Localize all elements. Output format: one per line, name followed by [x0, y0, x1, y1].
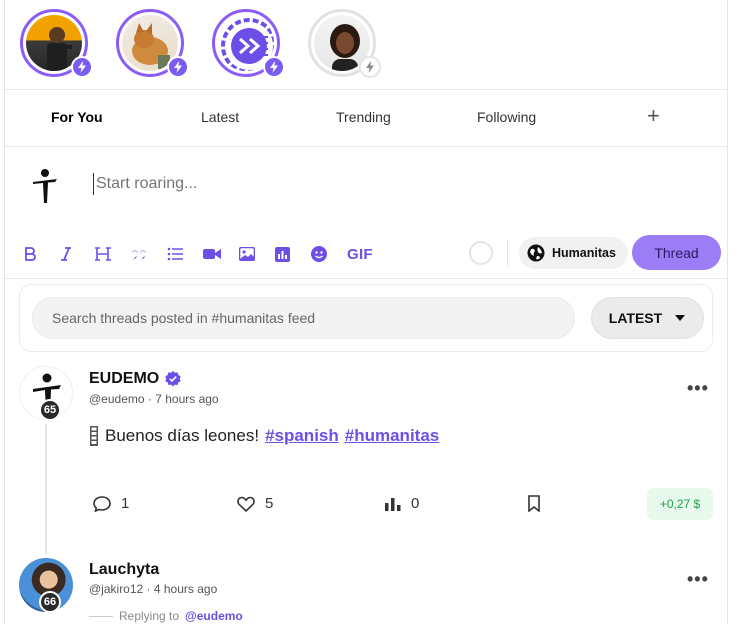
bar-chart-icon — [385, 497, 401, 511]
comment-button[interactable]: 1 — [93, 495, 129, 512]
post-handle-time: @eudemo · 7 hours ago — [89, 392, 219, 406]
more-options-button[interactable]: ••• — [687, 569, 709, 590]
bolt-icon — [167, 56, 189, 78]
story-avatar-2[interactable] — [113, 6, 189, 80]
replying-label: Replying to — [119, 609, 180, 623]
bolt-icon — [263, 56, 285, 78]
tab-latest[interactable]: Latest — [201, 109, 239, 125]
post-author[interactable]: EUDEMO — [89, 370, 181, 388]
list-button[interactable] — [167, 243, 203, 265]
replying-to: Replying to @eudemo — [89, 609, 243, 623]
sort-dropdown[interactable]: LATEST — [591, 297, 704, 339]
emoji-icon[interactable] — [311, 243, 347, 265]
composer: GIF Humanitas Thread — [5, 147, 729, 279]
caret-down-icon — [675, 315, 686, 321]
reply-line — [89, 615, 113, 617]
bolt-icon — [71, 56, 93, 78]
bookmark-button[interactable] — [527, 495, 541, 512]
bookmark-icon — [528, 495, 540, 512]
flag-icon — [90, 426, 98, 446]
view-count: 0 — [411, 495, 420, 512]
add-tab-button[interactable]: + — [647, 103, 660, 129]
comment-count: 1 — [121, 495, 130, 512]
stories-bar — [5, 0, 729, 90]
globe-icon — [527, 244, 545, 262]
views-stat: 0 — [385, 495, 419, 512]
sort-label: LATEST — [608, 310, 663, 326]
divider — [507, 239, 508, 267]
story-avatar-3[interactable] — [209, 6, 285, 80]
post-handle-time: @jakiro12 · 4 hours ago — [89, 582, 218, 596]
format-toolbar: GIF — [23, 243, 383, 265]
feed-search-input[interactable]: Search threads posted in #humanitas feed — [32, 297, 575, 339]
more-options-button[interactable]: ••• — [687, 378, 709, 399]
gif-button[interactable]: GIF — [347, 243, 383, 265]
post-author[interactable]: Lauchyta — [89, 561, 159, 579]
thread-submit-button[interactable]: Thread — [632, 235, 721, 270]
tab-following[interactable]: Following — [477, 109, 536, 125]
italic-button[interactable] — [59, 243, 95, 265]
hashtag-link[interactable]: #humanitas — [345, 426, 439, 446]
level-badge: 65 — [39, 399, 61, 421]
verified-icon — [165, 371, 181, 387]
post-body: Buenos días leones! #spanish #humanitas — [89, 426, 439, 446]
user-avatar — [21, 163, 69, 211]
like-button[interactable]: 5 — [237, 495, 273, 512]
image-icon[interactable] — [239, 243, 275, 265]
community-name: Humanitas — [552, 246, 616, 260]
earnings-badge[interactable]: +0,27 $ — [647, 488, 713, 520]
character-count-ring — [469, 241, 493, 265]
app-frame: For You Latest Trending Following + Star… — [4, 0, 729, 624]
reply-target-link[interactable]: @eudemo — [185, 609, 243, 623]
compose-input[interactable] — [93, 173, 593, 195]
bold-button[interactable] — [23, 243, 59, 265]
community-selector[interactable]: Humanitas — [519, 237, 628, 269]
tab-trending[interactable]: Trending — [336, 109, 391, 125]
feed-tabs: For You Latest Trending Following + — [5, 90, 729, 147]
hashtag-link[interactable]: #spanish — [265, 426, 339, 446]
bolt-icon — [359, 56, 381, 78]
level-badge: 66 — [39, 591, 61, 613]
story-avatar-4[interactable] — [305, 6, 381, 80]
video-icon[interactable] — [203, 243, 239, 265]
poll-icon[interactable] — [275, 243, 311, 265]
post-text: Buenos días leones! — [105, 426, 260, 445]
quote-button[interactable] — [131, 243, 167, 265]
thread-connector — [45, 424, 47, 554]
like-count: 5 — [265, 495, 274, 512]
story-avatar-1[interactable] — [17, 6, 93, 80]
tab-for-you[interactable]: For You — [51, 109, 103, 125]
heart-icon — [237, 496, 255, 512]
heading-button[interactable] — [95, 243, 131, 265]
comment-icon — [93, 495, 111, 512]
feed-search-card: Search threads posted in #humanitas feed… — [19, 284, 713, 352]
